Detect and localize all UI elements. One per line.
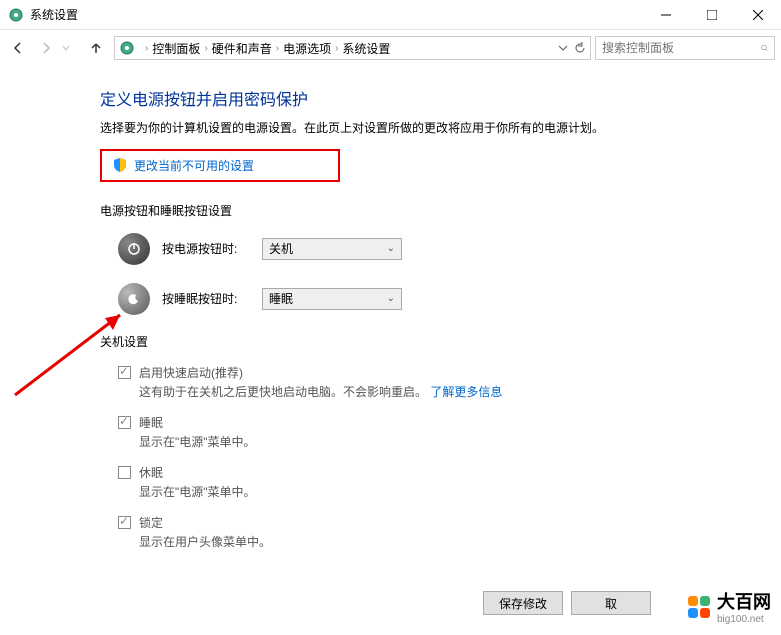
sleep-button-label: 按睡眠按钮时: <box>162 290 262 307</box>
fast-startup-checkbox[interactable] <box>118 366 131 379</box>
section-title: 电源按钮和睡眠按钮设置 <box>100 202 781 219</box>
navbar: › 控制面板 › 硬件和声音 › 电源选项 › 系统设置 <box>0 30 781 66</box>
cancel-button[interactable]: 取 <box>571 591 651 615</box>
dropdown-value: 关机 <box>269 240 293 257</box>
save-button[interactable]: 保存修改 <box>483 591 563 615</box>
checkbox-row: 锁定 显示在用户头像菜单中。 <box>100 514 781 558</box>
app-icon <box>8 7 24 23</box>
checkbox-label: 休眠 <box>139 464 256 481</box>
section-title: 关机设置 <box>100 333 781 350</box>
history-dropdown[interactable] <box>62 41 78 55</box>
watermark: 大百网 big100.net <box>687 588 771 625</box>
breadcrumb: › 控制面板 › 硬件和声音 › 电源选项 › 系统设置 <box>141 40 558 57</box>
content-area: 定义电源按钮并启用密码保护 选择要为你的计算机设置的电源设置。在此页上对设置所做… <box>0 66 781 558</box>
chevron-right-icon: › <box>204 43 207 54</box>
power-button-dropdown[interactable]: 关机 ⌄ <box>262 238 402 260</box>
minimize-button[interactable] <box>643 0 689 30</box>
learn-more-link[interactable]: 了解更多信息 <box>430 385 502 399</box>
location-icon <box>119 40 135 56</box>
checkbox-label: 启用快速启动(推荐) <box>139 364 502 381</box>
highlighted-link-box: 更改当前不可用的设置 <box>100 149 340 182</box>
breadcrumb-item[interactable]: 系统设置 <box>342 40 390 57</box>
refresh-icon[interactable] <box>574 42 586 54</box>
change-settings-link[interactable]: 更改当前不可用的设置 <box>134 157 254 174</box>
power-button-label: 按电源按钮时: <box>162 240 262 257</box>
checkbox-label: 睡眠 <box>139 414 256 431</box>
chevron-down-icon[interactable] <box>558 43 568 53</box>
watermark-brand: 大百网 <box>717 588 771 614</box>
window-controls <box>643 0 781 30</box>
checkbox-desc: 显示在用户头像菜单中。 <box>139 533 271 550</box>
checkbox-row: 休眠 显示在"电源"菜单中。 <box>100 464 781 508</box>
footer-buttons: 保存修改 取 <box>483 591 651 615</box>
chevron-right-icon: › <box>276 43 279 54</box>
forward-button[interactable] <box>34 36 58 60</box>
hibernate-checkbox[interactable] <box>118 466 131 479</box>
titlebar: 系统设置 <box>0 0 781 30</box>
checkbox-row: 启用快速启动(推荐) 这有助于在关机之后更快地启动电脑。不会影响重启。 了解更多… <box>100 364 781 408</box>
chevron-right-icon: › <box>335 43 338 54</box>
power-icon <box>118 233 150 265</box>
maximize-button[interactable] <box>689 0 735 30</box>
checkbox-label: 锁定 <box>139 514 271 531</box>
page-subheading: 选择要为你的计算机设置的电源设置。在此页上对设置所做的更改将应用于你所有的电源计… <box>100 120 781 137</box>
search-input[interactable] <box>602 41 757 55</box>
sleep-checkbox[interactable] <box>118 416 131 429</box>
up-button[interactable] <box>84 36 108 60</box>
dropdown-value: 睡眠 <box>269 290 293 307</box>
breadcrumb-item[interactable]: 电源选项 <box>283 40 331 57</box>
window-title: 系统设置 <box>30 6 643 23</box>
checkbox-desc: 显示在"电源"菜单中。 <box>139 433 256 450</box>
chevron-down-icon: ⌄ <box>387 243 395 254</box>
shield-icon <box>112 157 128 173</box>
page-heading: 定义电源按钮并启用密码保护 <box>100 86 781 110</box>
sleep-button-row: 按睡眠按钮时: 睡眠 ⌄ <box>100 283 781 315</box>
breadcrumb-item[interactable]: 硬件和声音 <box>212 40 272 57</box>
checkbox-desc: 这有助于在关机之后更快地启动电脑。不会影响重启。 了解更多信息 <box>139 383 502 400</box>
breadcrumb-item[interactable]: 控制面板 <box>152 40 200 57</box>
sleep-button-dropdown[interactable]: 睡眠 ⌄ <box>262 288 402 310</box>
chevron-down-icon: ⌄ <box>387 293 395 304</box>
back-button[interactable] <box>6 36 30 60</box>
power-button-row: 按电源按钮时: 关机 ⌄ <box>100 233 781 265</box>
checkbox-desc: 显示在"电源"菜单中。 <box>139 483 256 500</box>
sleep-icon <box>118 283 150 315</box>
chevron-right-icon: › <box>145 43 148 54</box>
checkbox-row: 睡眠 显示在"电源"菜单中。 <box>100 414 781 458</box>
search-box[interactable] <box>595 36 775 60</box>
search-icon[interactable] <box>761 42 768 54</box>
watermark-logo <box>687 595 711 619</box>
close-button[interactable] <box>735 0 781 30</box>
lock-checkbox[interactable] <box>118 516 131 529</box>
watermark-url: big100.net <box>717 614 771 625</box>
address-bar[interactable]: › 控制面板 › 硬件和声音 › 电源选项 › 系统设置 <box>114 36 591 60</box>
